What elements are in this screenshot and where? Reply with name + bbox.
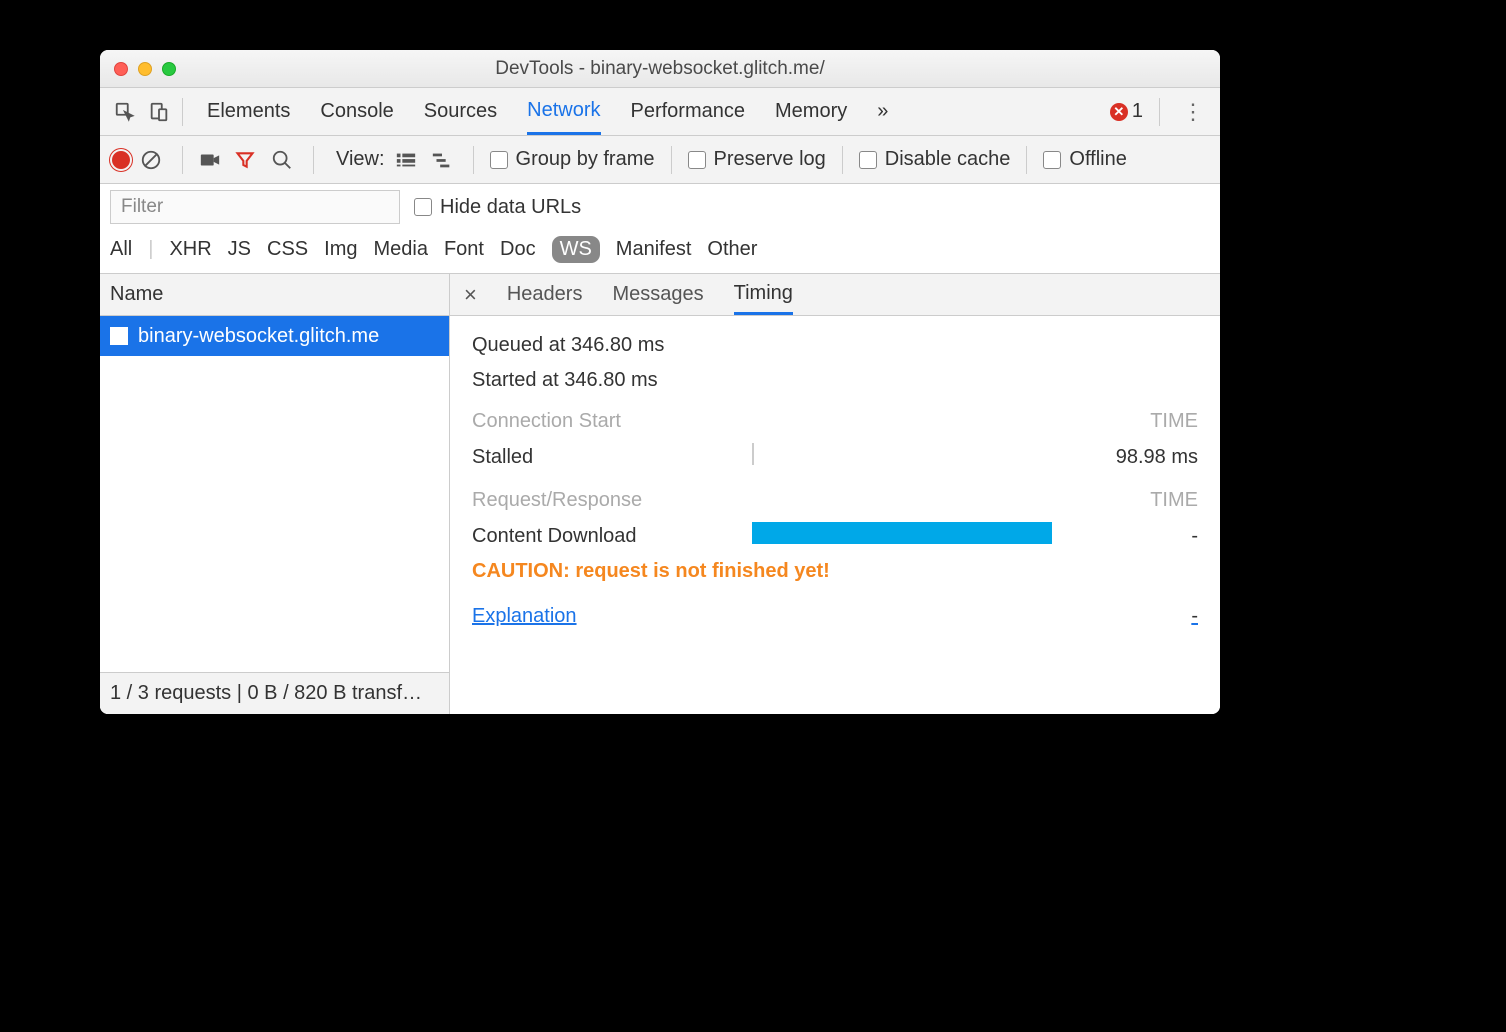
filter-placeholder: Filter xyxy=(121,196,163,218)
error-badge[interactable]: ✕ 1 xyxy=(1110,100,1143,123)
content-download-row: Content Download - xyxy=(472,522,1198,550)
type-manifest[interactable]: Manifest xyxy=(616,238,692,261)
separator xyxy=(182,146,183,174)
search-icon[interactable] xyxy=(271,149,297,171)
waterfall-icon[interactable] xyxy=(431,151,457,169)
content-download-value: - xyxy=(1078,525,1198,548)
request-row[interactable]: binary-websocket.glitch.me xyxy=(100,316,449,356)
more-menu-icon[interactable]: ⋮ xyxy=(1176,99,1210,125)
separator xyxy=(473,146,474,174)
preserve-log-checkbox[interactable]: Preserve log xyxy=(688,148,826,171)
tab-console[interactable]: Console xyxy=(320,88,393,135)
type-css[interactable]: CSS xyxy=(267,238,308,261)
request-name: binary-websocket.glitch.me xyxy=(138,325,379,348)
connection-start-label: Connection Start xyxy=(472,410,621,433)
offline-label: Offline xyxy=(1069,148,1126,171)
request-response-label: Request/Response xyxy=(472,489,642,512)
type-img[interactable]: Img xyxy=(324,238,357,261)
error-count: 1 xyxy=(1132,100,1143,123)
detail-tabs: × Headers Messages Timing xyxy=(450,274,1220,316)
content-download-bar xyxy=(752,522,1052,544)
filter-section: Filter Hide data URLs All | XHR JS CSS I… xyxy=(100,184,1220,274)
type-all[interactable]: All xyxy=(110,238,132,261)
close-panel-icon[interactable]: × xyxy=(464,282,477,308)
device-toolbar-icon[interactable] xyxy=(142,95,176,129)
explanation-row: Explanation - xyxy=(472,605,1198,628)
detail-panel: × Headers Messages Timing Queued at 346.… xyxy=(450,274,1220,714)
network-toolbar: View: Group by frame Preserve log Disabl… xyxy=(100,136,1220,184)
window-title: DevTools - binary-websocket.glitch.me/ xyxy=(100,58,1220,80)
filter-input[interactable]: Filter xyxy=(110,190,400,224)
time-label: TIME xyxy=(1150,410,1198,433)
separator xyxy=(1159,98,1160,126)
preserve-log-label: Preserve log xyxy=(714,148,826,171)
stalled-row: Stalled 98.98 ms xyxy=(472,443,1198,471)
hide-data-urls-label: Hide data URLs xyxy=(440,196,581,219)
type-filter-row: All | XHR JS CSS Img Media Font Doc WS M… xyxy=(100,230,1220,273)
request-list: binary-websocket.glitch.me xyxy=(100,316,449,672)
request-list-column: Name binary-websocket.glitch.me 1 / 3 re… xyxy=(100,274,450,714)
caution-text: CAUTION: request is not finished yet! xyxy=(472,560,1198,583)
group-by-frame-checkbox[interactable]: Group by frame xyxy=(490,148,655,171)
status-bar: 1 / 3 requests | 0 B / 820 B transf… xyxy=(100,672,449,714)
titlebar: DevTools - binary-websocket.glitch.me/ xyxy=(100,50,1220,88)
request-response-header: Request/Response TIME xyxy=(472,489,1198,512)
content-download-label: Content Download xyxy=(472,525,752,548)
stalled-bar xyxy=(752,443,754,465)
large-rows-icon[interactable] xyxy=(395,151,421,169)
type-js[interactable]: JS xyxy=(228,238,251,261)
separator xyxy=(1026,146,1027,174)
detail-tab-messages[interactable]: Messages xyxy=(612,274,703,315)
inspect-element-icon[interactable] xyxy=(108,95,142,129)
explanation-link[interactable]: Explanation xyxy=(472,605,577,628)
devtools-window: DevTools - binary-websocket.glitch.me/ E… xyxy=(100,50,1220,714)
tab-sources[interactable]: Sources xyxy=(424,88,497,135)
error-icon: ✕ xyxy=(1110,103,1128,121)
name-column-header[interactable]: Name xyxy=(100,274,449,316)
type-other[interactable]: Other xyxy=(707,238,757,261)
timing-body: Queued at 346.80 ms Started at 346.80 ms… xyxy=(450,316,1220,646)
disable-cache-label: Disable cache xyxy=(885,148,1011,171)
type-doc[interactable]: Doc xyxy=(500,238,536,261)
tab-memory[interactable]: Memory xyxy=(775,88,847,135)
filter-icon[interactable] xyxy=(235,150,261,170)
group-by-frame-label: Group by frame xyxy=(516,148,655,171)
explanation-value: - xyxy=(1191,605,1198,628)
detail-tab-timing[interactable]: Timing xyxy=(734,274,793,315)
detail-tab-headers[interactable]: Headers xyxy=(507,274,583,315)
document-icon xyxy=(110,327,128,345)
type-ws[interactable]: WS xyxy=(552,236,600,263)
main-tabs-row: Elements Console Sources Network Perform… xyxy=(100,88,1220,136)
clear-icon[interactable] xyxy=(140,149,166,171)
connection-start-header: Connection Start TIME xyxy=(472,410,1198,433)
separator xyxy=(842,146,843,174)
stalled-label: Stalled xyxy=(472,446,752,469)
tab-network[interactable]: Network xyxy=(527,88,600,135)
separator xyxy=(182,98,183,126)
tabs-right: ✕ 1 ⋮ xyxy=(1110,98,1210,126)
separator xyxy=(313,146,314,174)
tabs-overflow[interactable]: » xyxy=(877,88,888,135)
separator xyxy=(671,146,672,174)
view-label: View: xyxy=(336,148,385,171)
offline-checkbox[interactable]: Offline xyxy=(1043,148,1126,171)
type-media[interactable]: Media xyxy=(373,238,427,261)
time-label-2: TIME xyxy=(1150,489,1198,512)
record-button[interactable] xyxy=(112,151,130,169)
content-area: Name binary-websocket.glitch.me 1 / 3 re… xyxy=(100,274,1220,714)
camera-icon[interactable] xyxy=(199,150,225,170)
hide-data-urls-checkbox[interactable]: Hide data URLs xyxy=(414,196,581,219)
started-line: Started at 346.80 ms xyxy=(472,369,1198,392)
main-tabs: Elements Console Sources Network Perform… xyxy=(207,88,1110,135)
queued-line: Queued at 346.80 ms xyxy=(472,334,1198,357)
type-xhr[interactable]: XHR xyxy=(169,238,211,261)
tab-performance[interactable]: Performance xyxy=(631,88,746,135)
type-font[interactable]: Font xyxy=(444,238,484,261)
stalled-value: 98.98 ms xyxy=(1078,446,1198,469)
disable-cache-checkbox[interactable]: Disable cache xyxy=(859,148,1011,171)
tab-elements[interactable]: Elements xyxy=(207,88,290,135)
